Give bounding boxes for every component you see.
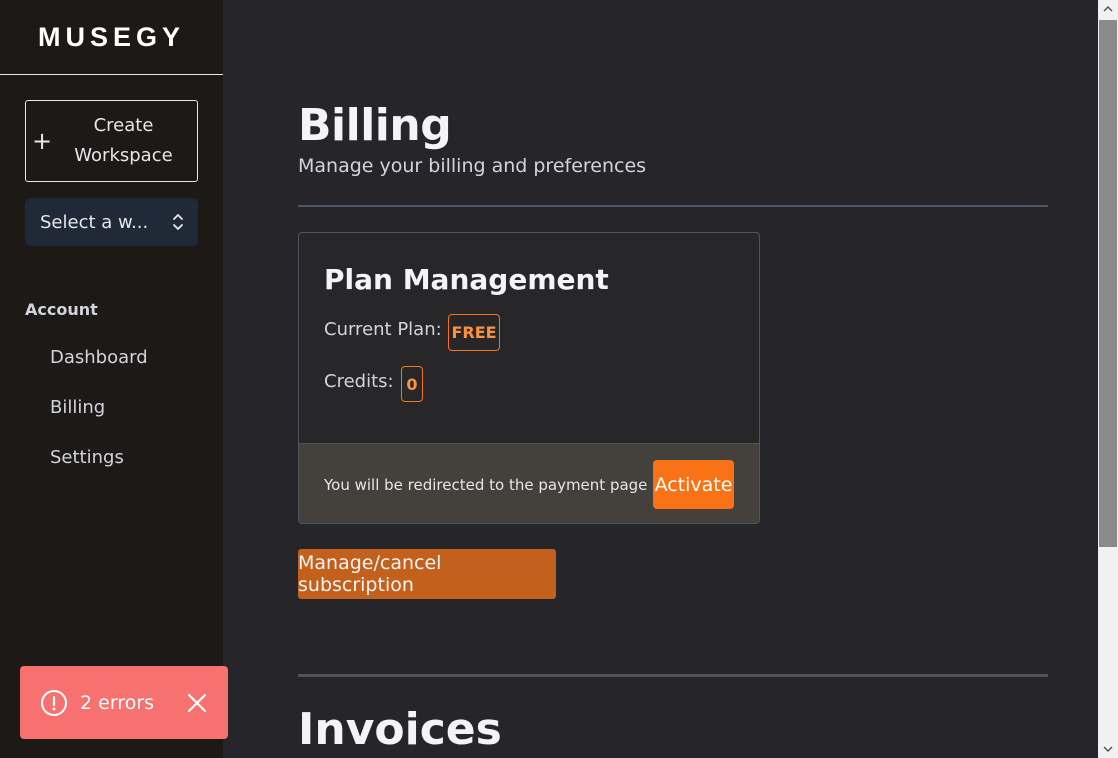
invoices-title: Invoices: [298, 704, 502, 755]
divider: [298, 674, 1048, 677]
app-root: MUSEGY + Create Workspace Select a w... …: [0, 0, 1118, 758]
current-plan-label: Current Plan:: [324, 319, 442, 340]
activate-button[interactable]: Activate: [653, 460, 734, 509]
chevron-up-down-icon: [173, 214, 183, 230]
alert-circle-icon: [41, 689, 67, 716]
sidebar-item-billing[interactable]: Billing: [50, 397, 105, 418]
manage-subscription-button[interactable]: Manage/cancel subscription: [298, 549, 556, 599]
create-workspace-button[interactable]: + Create Workspace: [25, 100, 198, 182]
error-toast[interactable]: 2 errors: [20, 666, 228, 739]
scroll-down-arrow-icon[interactable]: [1098, 740, 1118, 758]
plus-icon: +: [32, 127, 53, 155]
sidebar: MUSEGY + Create Workspace Select a w... …: [0, 0, 223, 758]
page-subtitle: Manage your billing and preferences: [298, 155, 647, 177]
sidebar-item-dashboard[interactable]: Dashboard: [50, 347, 148, 368]
scroll-up-arrow-icon[interactable]: [1098, 0, 1118, 18]
scrollbar-thumb[interactable]: [1099, 20, 1117, 547]
workspace-select-value: Select a w...: [40, 211, 149, 233]
sidebar-item-settings[interactable]: Settings: [50, 447, 124, 468]
logo[interactable]: MUSEGY: [38, 22, 185, 53]
section-title-account: Account: [25, 300, 98, 319]
workspace-select[interactable]: Select a w...: [25, 198, 198, 246]
create-workspace-label: Create Workspace: [74, 115, 173, 166]
divider: [298, 205, 1048, 207]
redirect-notice: You will be redirected to the payment pa…: [324, 476, 648, 494]
plan-card-footer: You will be redirected to the payment pa…: [299, 443, 759, 523]
logo-container: MUSEGY: [0, 0, 223, 75]
scrollbar[interactable]: [1098, 0, 1118, 758]
page-title: Billing: [298, 100, 452, 151]
close-icon[interactable]: [186, 692, 208, 714]
main-content: Billing Manage your billing and preferen…: [223, 0, 1098, 758]
toast-message: 2 errors: [80, 691, 155, 714]
credits-label: Credits:: [324, 371, 394, 392]
plan-badge: FREE: [448, 314, 500, 351]
plan-management-card: Plan Management Current Plan: FREE Credi…: [298, 232, 760, 524]
plan-card-title: Plan Management: [324, 263, 609, 296]
credits-badge: 0: [401, 366, 423, 402]
